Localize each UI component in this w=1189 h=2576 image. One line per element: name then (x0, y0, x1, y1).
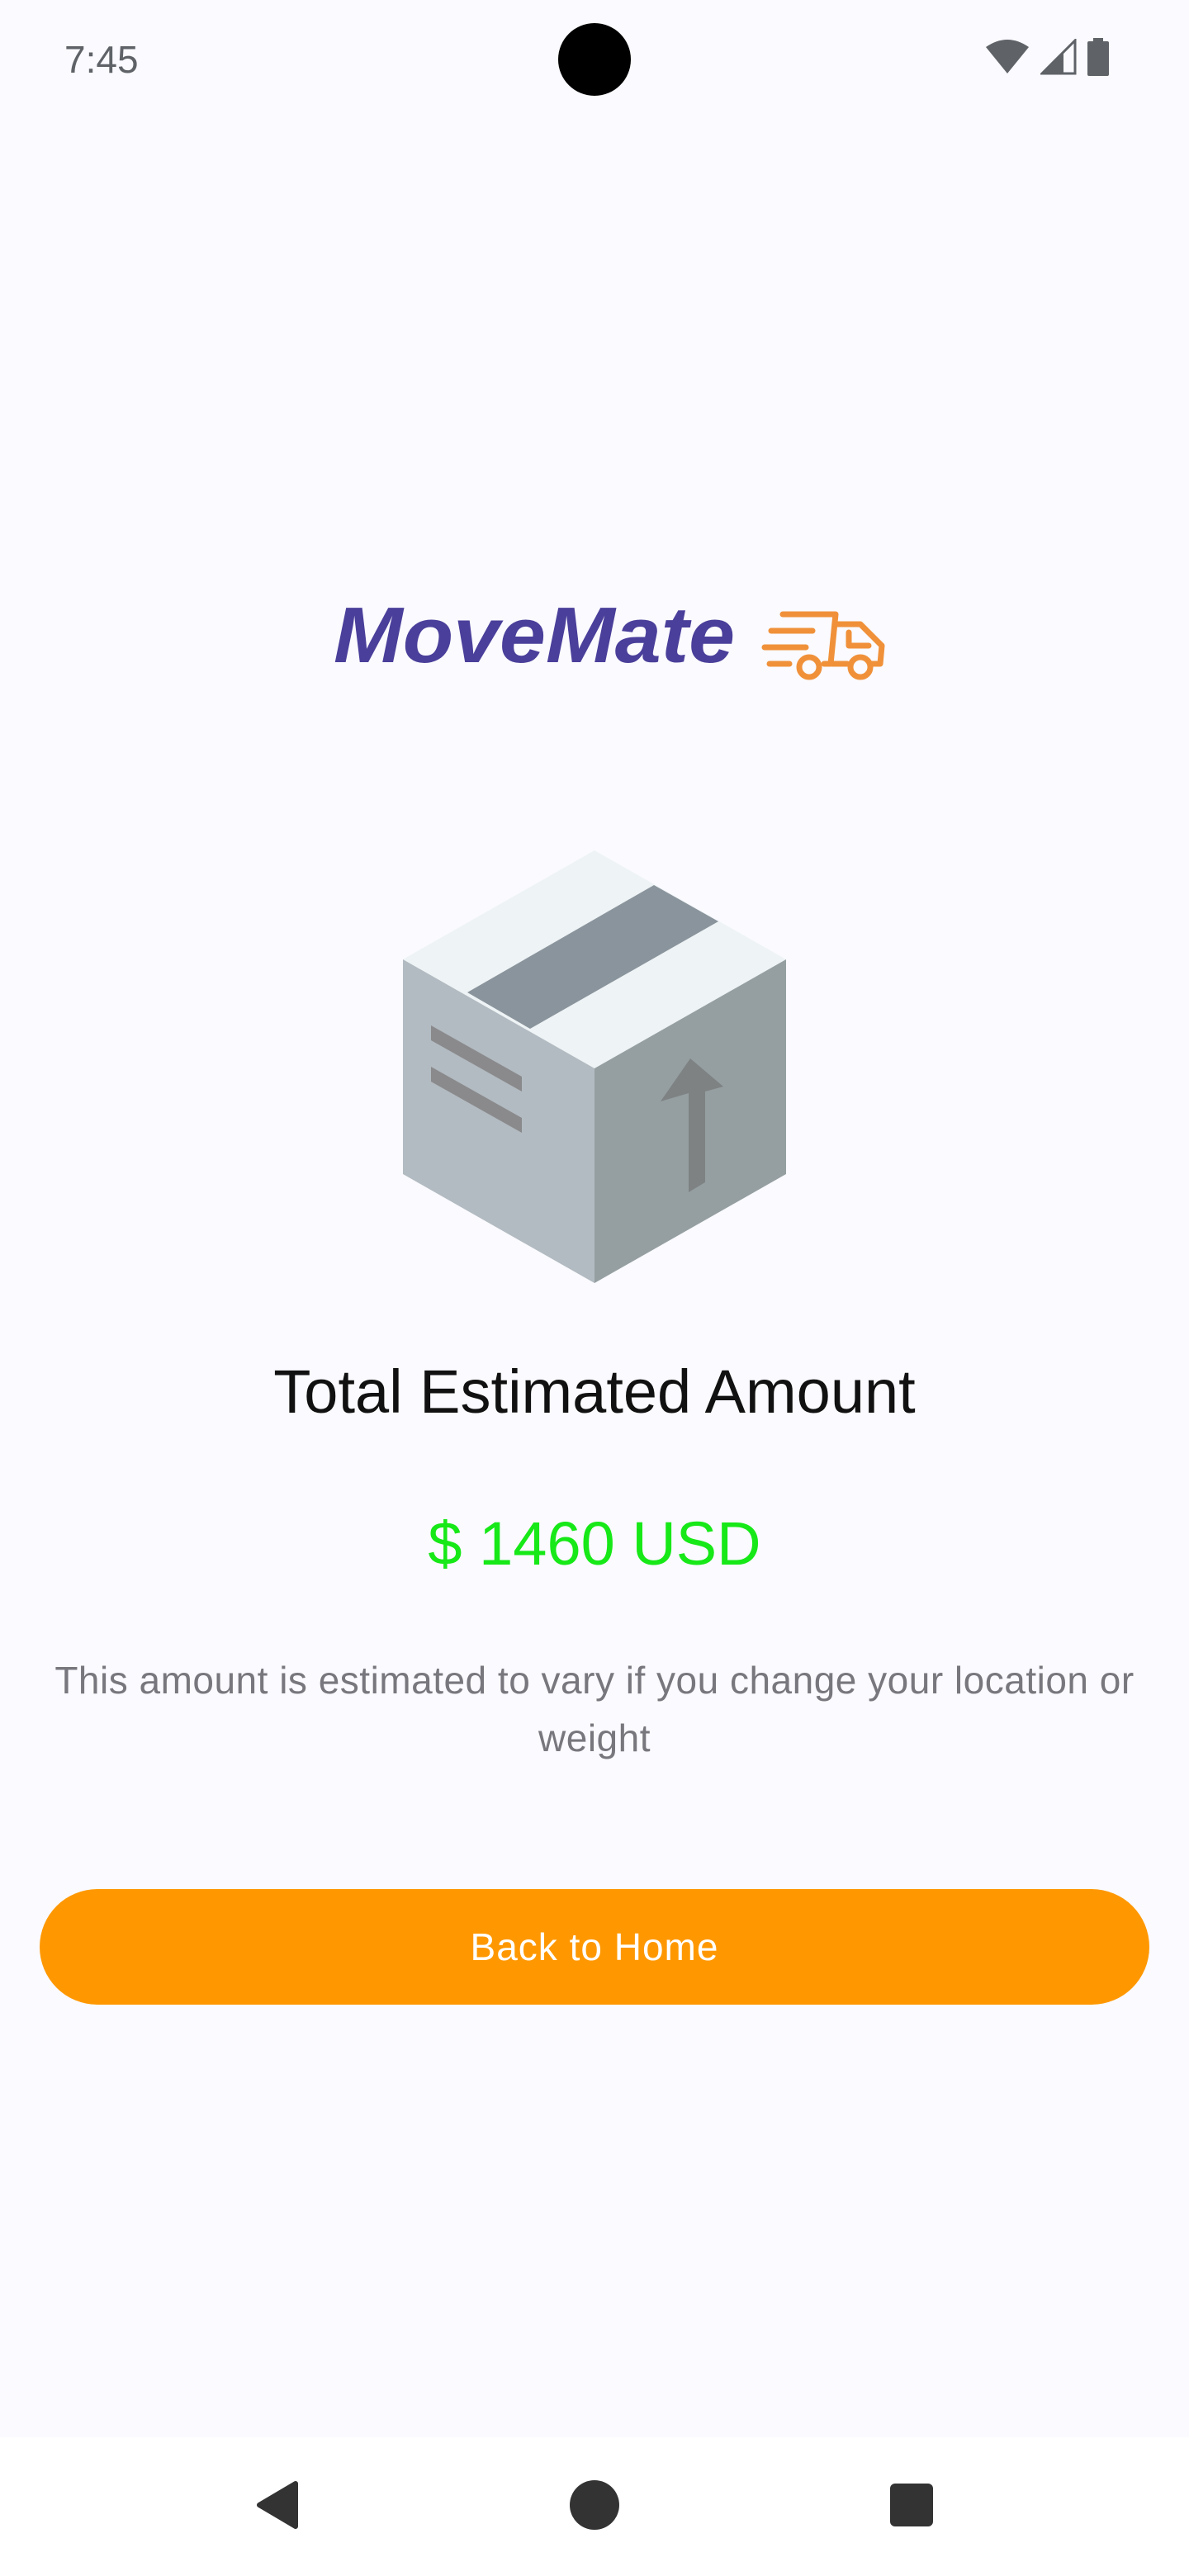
logo-text: MoveMate (334, 594, 735, 680)
cellular-signal-icon (1040, 39, 1077, 75)
package-box-icon (398, 847, 791, 1283)
back-icon (253, 2479, 302, 2536)
back-to-home-button[interactable]: Back to Home (40, 1889, 1149, 2005)
recents-nav-button[interactable] (870, 2465, 953, 2548)
status-icons (984, 38, 1110, 76)
estimate-note: This amount is estimated to vary if you … (54, 1659, 1135, 1759)
home-icon (568, 2479, 621, 2536)
battery-icon (1087, 38, 1110, 76)
camera-cutout (558, 23, 631, 96)
back-nav-button[interactable] (236, 2465, 319, 2548)
movemate-logo: MoveMate (330, 591, 892, 685)
status-time: 7:45 (64, 38, 139, 81)
status-bar: 7:45 (0, 0, 1189, 119)
delivery-truck-icon (761, 611, 885, 680)
system-nav-bar (0, 2437, 1189, 2576)
amount-value: $ 1460 USD (428, 1509, 761, 1578)
total-estimated-amount-title: Total Estimated Amount (273, 1357, 916, 1426)
recents-icon (888, 2482, 935, 2532)
home-nav-button[interactable] (553, 2465, 636, 2548)
wifi-icon (984, 39, 1030, 75)
